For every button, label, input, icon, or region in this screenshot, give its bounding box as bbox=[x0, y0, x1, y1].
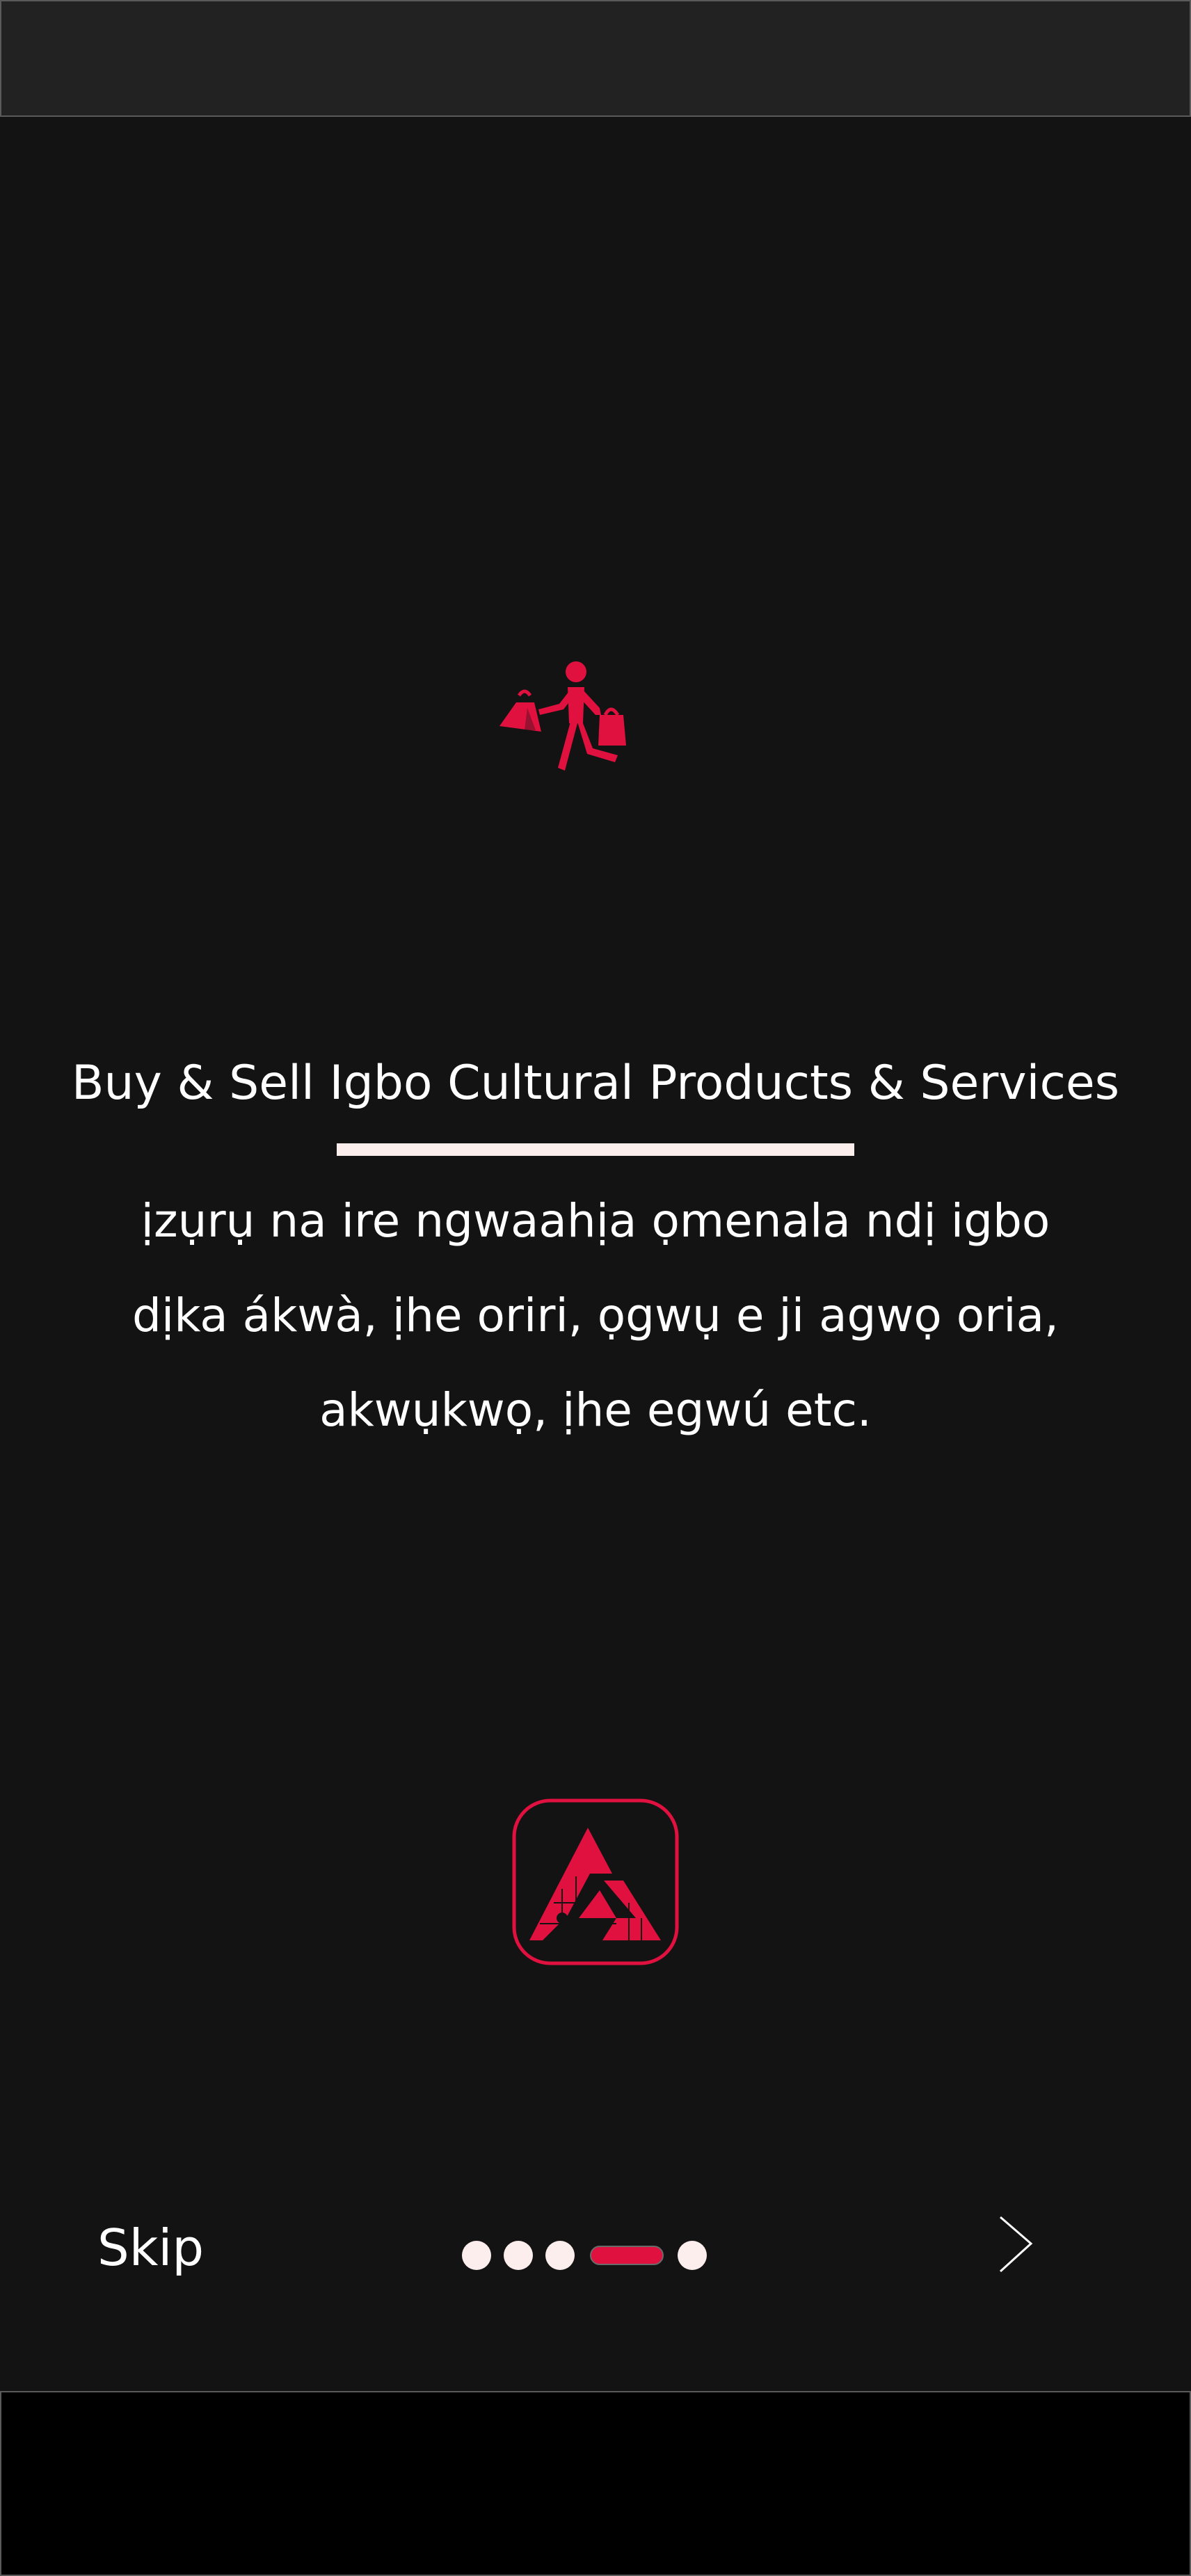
navigation-bar bbox=[0, 2391, 1191, 2576]
description-line: dịka ákwà, ịhe oriri, ọgwụ e ji agwọ ori… bbox=[131, 1289, 1060, 1342]
status-bar bbox=[0, 0, 1191, 117]
page-dot[interactable] bbox=[545, 2241, 575, 2270]
page-dot-active[interactable] bbox=[590, 2246, 664, 2265]
page-dot[interactable] bbox=[678, 2241, 707, 2270]
onboarding-description: ịzụrụ na ire ngwaahịa ọmenala ndị igbo d… bbox=[0, 1174, 1191, 1458]
shopping-person-icon bbox=[499, 661, 626, 771]
description-line: ịzụrụ na ire ngwaahịa ọmenala ndị igbo bbox=[141, 1194, 1050, 1248]
page-dot[interactable] bbox=[462, 2241, 491, 2270]
onboarding-title: Buy & Sell Igbo Cultural Products & Serv… bbox=[71, 1056, 1120, 1111]
title-underline bbox=[337, 1143, 854, 1156]
app-logo-icon bbox=[512, 1798, 679, 1965]
page-dot[interactable] bbox=[504, 2241, 533, 2270]
description-line: akwụkwọ, ịhe egwú etc. bbox=[319, 1383, 872, 1437]
chevron-right-icon[interactable] bbox=[988, 2209, 1044, 2278]
